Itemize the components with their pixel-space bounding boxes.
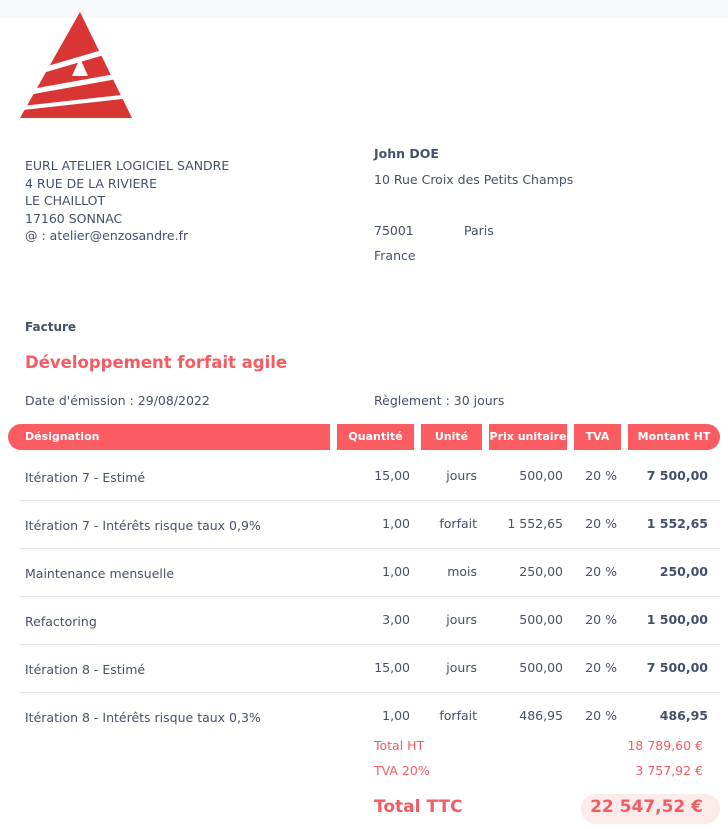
line-unit: mois (447, 564, 477, 579)
client-name: John DOE (374, 146, 439, 161)
line-unit-price: 500,00 (519, 468, 563, 483)
total-tva-value: 3 757,92 € (635, 763, 703, 778)
header-unit: Unité (421, 424, 482, 450)
table-row: Itération 7 - Intérêts risque taux 0,9% … (20, 501, 720, 549)
total-ttc-value: 22 547,52 € (590, 797, 703, 817)
header-amount: Montant HT (628, 424, 720, 450)
table-row: Itération 7 - Estimé 15,00 jours 500,00 … (20, 453, 720, 501)
line-amount: 7 500,00 (646, 468, 708, 483)
line-tva: 20 % (585, 516, 617, 531)
table-row: Itération 8 - Intérêts risque taux 0,3% … (20, 693, 720, 740)
line-designation: Itération 7 - Estimé (25, 470, 146, 485)
line-tva: 20 % (585, 612, 617, 627)
client-country: France (374, 248, 416, 263)
line-amount: 1 552,65 (646, 516, 708, 531)
atelier-logo-icon (20, 12, 132, 118)
sender-email: @ : atelier@enzosandre.fr (25, 228, 189, 243)
line-amount: 486,95 (659, 708, 708, 723)
line-quantity: 1,00 (382, 516, 410, 531)
line-unit-price: 500,00 (519, 660, 563, 675)
total-ht-label: Total HT (374, 738, 425, 753)
sender-name: EURL ATELIER LOGICIEL SANDRE (25, 158, 230, 173)
line-unit: forfait (439, 516, 477, 531)
total-ttc-label: Total TTC (374, 797, 463, 817)
line-designation: Maintenance mensuelle (25, 566, 175, 581)
line-designation: Itération 8 - Intérêts risque taux 0,3% (25, 710, 261, 725)
line-unit: jours (446, 468, 477, 483)
line-unit-price: 486,95 (519, 708, 563, 723)
header-designation: Désignation (8, 424, 330, 450)
invoice-lines: Itération 7 - Estimé 15,00 jours 500,00 … (0, 453, 728, 740)
table-row: Refactoring 3,00 jours 500,00 20 % 1 500… (20, 597, 720, 645)
line-tva: 20 % (585, 660, 617, 675)
sender-place: LE CHAILLOT (25, 193, 106, 208)
client-street: 10 Rue Croix des Petits Champs (374, 172, 574, 187)
document-title: Développement forfait agile (25, 353, 288, 372)
line-designation: Itération 7 - Intérêts risque taux 0,9% (25, 518, 261, 533)
line-amount: 250,00 (659, 564, 708, 579)
total-ht-value: 18 789,60 € (627, 738, 703, 753)
line-tva: 20 % (585, 564, 617, 579)
line-quantity: 3,00 (382, 612, 410, 627)
sender-street: 4 RUE DE LA RIVIERE (25, 175, 157, 191)
line-unit: jours (446, 660, 477, 675)
document-type: Facture (25, 320, 77, 334)
client-city: Paris (464, 223, 494, 238)
sender-zip-city: 17160 SONNAC (25, 210, 123, 226)
line-unit-price: 500,00 (519, 612, 563, 627)
line-quantity: 1,00 (382, 708, 410, 723)
header-tva: TVA (574, 424, 621, 450)
client-zip: 75001 (374, 223, 414, 238)
line-unit-price: 1 552,65 (507, 516, 563, 531)
line-amount: 7 500,00 (646, 660, 708, 675)
line-tva: 20 % (585, 468, 617, 483)
line-unit-price: 250,00 (519, 564, 563, 579)
line-quantity: 15,00 (374, 660, 410, 675)
line-amount: 1 500,00 (646, 612, 708, 627)
line-quantity: 15,00 (374, 468, 410, 483)
sender-address: EURL ATELIER LOGICIEL SANDRE 4 RUE DE LA… (25, 157, 229, 245)
total-tva-label: TVA 20% (374, 763, 430, 778)
table-row: Itération 8 - Estimé 15,00 jours 500,00 … (20, 645, 720, 693)
issue-date: Date d'émission : 29/08/2022 (25, 393, 210, 408)
payment-terms: Règlement : 30 jours (374, 393, 505, 408)
line-designation: Refactoring (25, 614, 97, 629)
header-unit-price: Prix unitaire (489, 424, 567, 450)
line-tva: 20 % (585, 708, 617, 723)
line-unit: jours (446, 612, 477, 627)
line-designation: Itération 8 - Estimé (25, 662, 146, 677)
line-unit: forfait (439, 708, 477, 723)
header-quantity: Quantité (337, 424, 414, 450)
table-row: Maintenance mensuelle 1,00 mois 250,00 2… (20, 549, 720, 597)
line-quantity: 1,00 (382, 564, 410, 579)
